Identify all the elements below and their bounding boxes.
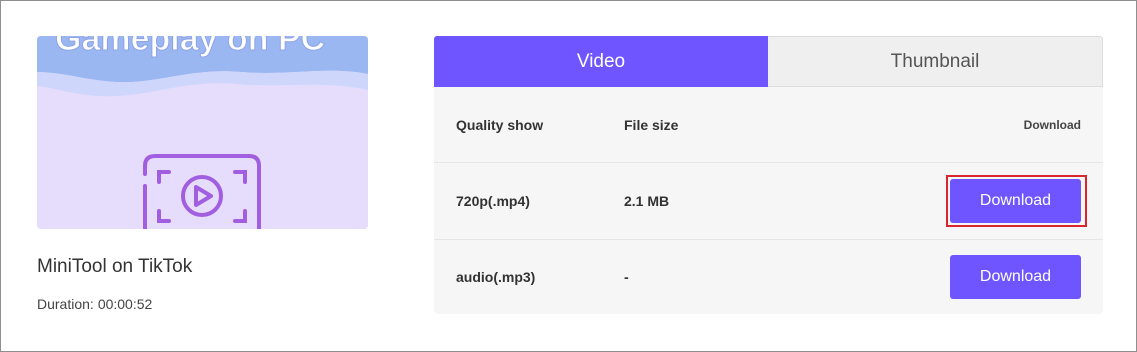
duration-label: Duration:	[37, 296, 94, 312]
table-row: 720p(.mp4) 2.1 MB Download	[434, 163, 1103, 240]
download-720p-button[interactable]: Download	[950, 179, 1081, 223]
row-quality: 720p(.mp4)	[456, 193, 530, 209]
video-duration: Duration: 00:00:52	[37, 296, 152, 312]
duration-value: 00:00:52	[97, 296, 153, 312]
header-file-size: File size	[624, 116, 679, 133]
download-audio-button[interactable]: Download	[950, 255, 1081, 299]
thumbnail-art: Gameplay on PC	[37, 36, 368, 229]
header-download: Download	[1023, 117, 1081, 132]
tab-video[interactable]: Video	[434, 36, 768, 87]
tab-thumbnail[interactable]: Thumbnail	[768, 36, 1103, 87]
row-file-size: -	[624, 269, 629, 285]
download-table: Quality show File size Download 720p(.mp…	[434, 87, 1103, 314]
video-thumbnail: Gameplay on PC	[37, 36, 368, 229]
format-tabs: Video Thumbnail	[434, 36, 1103, 87]
table-header-row: Quality show File size Download	[434, 87, 1103, 163]
download-panel: Gameplay on PC MiniTool on TikTok Durati…	[0, 0, 1137, 352]
thumbnail-overlay-text: Gameplay on PC	[55, 36, 325, 58]
video-title: MiniTool on TikTok	[37, 256, 193, 277]
table-row: audio(.mp3) - Download	[434, 240, 1103, 314]
header-quality: Quality show	[456, 116, 544, 133]
row-quality: audio(.mp3)	[456, 269, 536, 285]
row-file-size: 2.1 MB	[624, 193, 670, 209]
